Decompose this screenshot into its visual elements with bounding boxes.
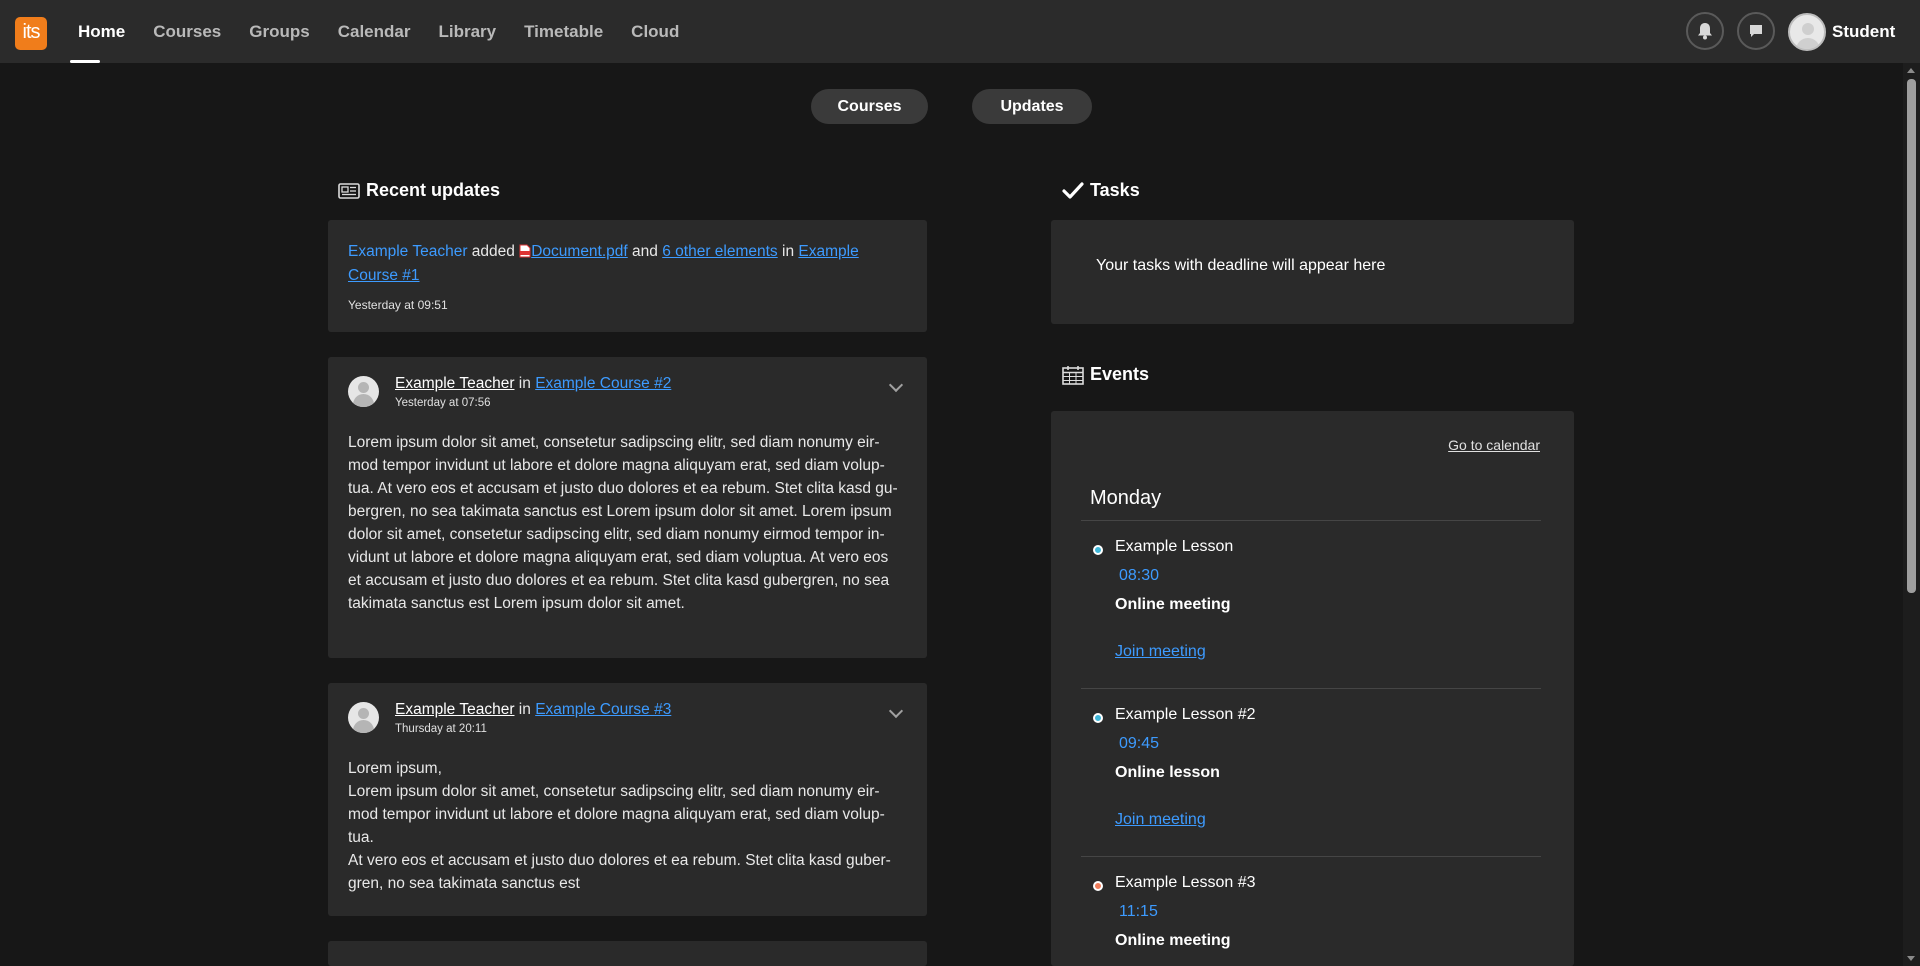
nav-item-library[interactable]: Library xyxy=(424,0,510,63)
event-title: Example Lesson #2 xyxy=(1115,706,1256,723)
event-status-dot xyxy=(1093,545,1103,555)
event-time: 08:30 xyxy=(1119,567,1160,584)
scroll-down-arrow-icon[interactable] xyxy=(1907,956,1915,961)
nav-item-courses[interactable]: Courses xyxy=(139,0,235,63)
document-pdf-link[interactable]: Document.pdf xyxy=(531,243,628,260)
event-status-dot xyxy=(1093,713,1103,723)
notifications-button[interactable] xyxy=(1686,12,1724,50)
author-avatar xyxy=(348,376,379,407)
nav-item-groups[interactable]: Groups xyxy=(235,0,323,63)
chat-icon xyxy=(1750,25,1762,37)
divider xyxy=(1081,520,1541,521)
pdf-file-icon xyxy=(519,244,531,258)
tasks-heading: Tasks xyxy=(1062,180,1140,201)
post-line: bergren, no sea takimata sanctus est Lor… xyxy=(348,503,892,520)
post-body: Lorem ipsum dolor sit amet, consetetur s… xyxy=(348,431,913,615)
divider xyxy=(1081,856,1541,857)
post-line: dolor sit amet, consetetur sadipscing el… xyxy=(348,526,885,543)
events-card: Go to calendar Monday Example Lesson 08:… xyxy=(1051,411,1574,966)
recent-updates-title: Recent updates xyxy=(366,180,501,200)
post-timestamp: Yesterday at 07:56 xyxy=(395,397,491,409)
join-meeting-link[interactable]: Join meeting xyxy=(1115,643,1206,661)
app-logo[interactable]: its xyxy=(15,17,47,50)
post-header: Example Teacher in Example Course #2 xyxy=(395,375,671,393)
event-kind: Online meeting xyxy=(1115,596,1231,613)
tasks-empty-text: Your tasks with deadline will appear her… xyxy=(1096,257,1386,274)
nav-item-timetable[interactable]: Timetable xyxy=(510,0,617,63)
divider xyxy=(1081,688,1541,689)
scroll-up-arrow-icon[interactable] xyxy=(1907,68,1915,73)
post-card xyxy=(328,941,927,966)
author-link[interactable]: Example Teacher xyxy=(395,375,514,392)
nav-item-cloud[interactable]: Cloud xyxy=(617,0,693,63)
post-body: Lorem ipsum, Lorem ipsum dolor sit amet,… xyxy=(348,757,913,895)
tasks-card: Your tasks with deadline will appear her… xyxy=(1051,220,1574,324)
event-title: Example Lesson xyxy=(1115,538,1234,555)
tasks-title: Tasks xyxy=(1090,180,1140,200)
nav-item-calendar[interactable]: Calendar xyxy=(324,0,425,63)
chevron-down-icon[interactable] xyxy=(888,377,904,393)
scrollbar-thumb[interactable] xyxy=(1907,79,1916,593)
user-menu[interactable]: Student xyxy=(1788,12,1895,52)
event-time: 11:15 xyxy=(1119,903,1158,920)
post-timestamp: Thursday at 20:11 xyxy=(395,723,487,735)
actor-link[interactable]: Example Teacher xyxy=(348,243,467,260)
recent-updates-heading: Recent updates xyxy=(338,180,500,201)
update-summary-text: Example Teacher added Document.pdf and 6… xyxy=(348,240,908,288)
course-3-link[interactable]: Example Course #3 xyxy=(535,701,671,718)
calendar-icon xyxy=(1062,365,1084,385)
author-avatar xyxy=(348,702,379,733)
summary-conj: and xyxy=(632,243,658,260)
bell-icon xyxy=(1698,23,1712,40)
nav-item-home[interactable]: Home xyxy=(64,0,139,63)
page-scrollbar[interactable] xyxy=(1903,63,1920,966)
post-line: takimata sanctus est Lorem ipsum dolor s… xyxy=(348,595,685,612)
event-day-heading: Monday xyxy=(1090,487,1162,509)
summary-prep: in xyxy=(782,243,795,260)
update-summary-card: Example Teacher added Document.pdf and 6… xyxy=(328,220,927,332)
post-line: mod tempor invidunt ut labore et dolore … xyxy=(348,457,885,474)
post-prep: in xyxy=(518,375,531,392)
go-to-calendar-link[interactable]: Go to calendar xyxy=(1448,437,1540,453)
post-line: tua. At vero eos et accusam et justo duo… xyxy=(348,480,898,497)
user-avatar xyxy=(1788,13,1826,51)
post-line: vidunt ut labore et dolore magna aliquya… xyxy=(348,549,889,566)
event-kind: Online lesson xyxy=(1115,764,1220,781)
post-prep: in xyxy=(518,701,531,718)
post-line: gren, no sea takimata sanctus est xyxy=(348,875,580,892)
summary-timestamp: Yesterday at 09:51 xyxy=(348,298,448,312)
post-line: Lorem ipsum dolor sit amet, consetetur s… xyxy=(348,434,880,451)
post-line: At vero eos et accusam et justo duo dolo… xyxy=(348,852,891,869)
post-line: Lorem ipsum dolor sit amet, consetetur s… xyxy=(348,783,880,800)
top-navigation-bar: its Home Courses Groups Calendar Library… xyxy=(0,0,1920,63)
join-meeting-link[interactable]: Join meeting xyxy=(1115,811,1206,829)
event-kind: Online meeting xyxy=(1115,932,1231,949)
post-line: mod tempor invidunt ut labore et dolore … xyxy=(348,806,885,823)
main-nav: Home Courses Groups Calendar Library Tim… xyxy=(64,0,693,63)
course-2-link[interactable]: Example Course #2 xyxy=(535,375,671,392)
author-link[interactable]: Example Teacher xyxy=(395,701,514,718)
courses-toggle-button[interactable]: Courses xyxy=(811,89,928,124)
events-heading: Events xyxy=(1062,364,1149,385)
event-time: 09:45 xyxy=(1119,735,1160,752)
events-title: Events xyxy=(1090,364,1150,384)
post-card: Example Teacher in Example Course #2 Yes… xyxy=(328,357,927,658)
post-line: et accusam et justo duo dolores et ea re… xyxy=(348,572,890,589)
other-elements-link[interactable]: 6 other elements xyxy=(662,243,777,260)
event-status-dot xyxy=(1093,881,1103,891)
user-name: Student xyxy=(1832,22,1896,41)
updates-toggle-button[interactable]: Updates xyxy=(972,89,1092,124)
post-header: Example Teacher in Example Course #3 xyxy=(395,701,671,719)
chevron-down-icon[interactable] xyxy=(888,703,904,719)
newspaper-icon xyxy=(338,182,360,199)
messages-button[interactable] xyxy=(1737,12,1775,50)
summary-verb: added xyxy=(471,243,515,260)
post-line: Lorem ipsum, xyxy=(348,760,442,777)
event-title: Example Lesson #3 xyxy=(1115,874,1256,891)
post-line: tua. xyxy=(348,829,374,846)
checkmark-icon xyxy=(1062,181,1084,199)
post-card: Example Teacher in Example Course #3 Thu… xyxy=(328,683,927,916)
